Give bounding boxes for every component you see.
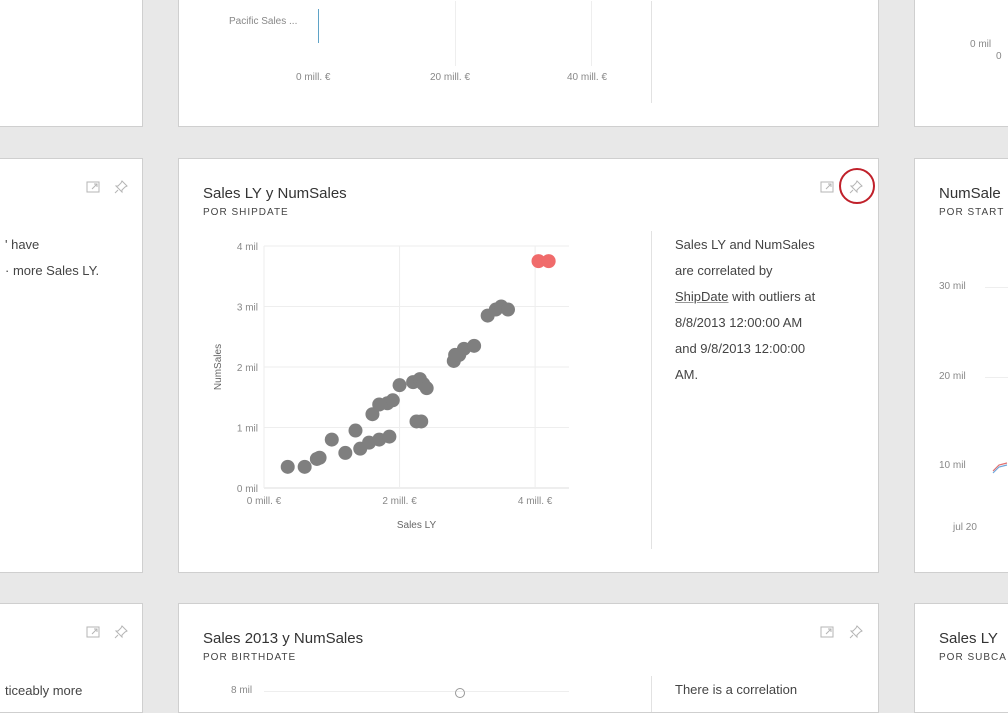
scatter-point — [414, 414, 429, 429]
panel-divider — [651, 676, 652, 712]
y-tick: 4 mil — [237, 242, 258, 253]
scatter-point — [382, 429, 397, 444]
gridline — [455, 1, 456, 66]
scatter-point — [297, 459, 312, 474]
pin-icon[interactable] — [113, 624, 129, 640]
insight-line: ' have — [5, 237, 40, 252]
insight-line: · more Sales LY. — [5, 263, 100, 278]
middle-right-card[interactable]: NumSale POR START 30 mil 20 mil 10 mil j… — [914, 158, 1008, 573]
insight-line: Sales LY and NumSales — [675, 237, 815, 252]
insight-line: ticeably more — [5, 683, 83, 698]
scatter-point — [280, 459, 295, 474]
gridline — [264, 691, 569, 692]
card-title: Sales LY — [939, 630, 998, 647]
panel-divider — [651, 231, 652, 549]
insight-line: and 9/8/2013 12:00:00 — [675, 341, 806, 356]
y-tick: 3 mil — [237, 303, 258, 314]
top-middle-card[interactable]: Pacific Sales ... 0 mill. € 20 mill. € 4… — [178, 0, 879, 127]
x-tick: 20 mill. € — [430, 72, 471, 83]
x-axis-title: Sales LY — [397, 520, 437, 531]
y-tick: 1 mil — [237, 424, 258, 435]
scatter-point — [501, 302, 515, 317]
insight-line: are correlated by — [675, 263, 773, 278]
scatter-point — [338, 445, 353, 460]
focus-mode-icon[interactable] — [819, 179, 835, 195]
y-tick: 20 mil — [939, 371, 966, 382]
pin-icon[interactable] — [113, 179, 129, 195]
gridline — [985, 287, 1008, 288]
card-title: Sales 2013 y NumSales — [203, 630, 364, 647]
scatter-chart: 0 mil 1 mil 2 mil 3 mil 4 mil 0 mill. € 2 mill… — [213, 242, 569, 531]
middle-left-card[interactable]: ' have · more Sales LY. — [0, 158, 143, 573]
scatter-point — [467, 338, 482, 353]
insight-line: AM. — [675, 367, 699, 382]
insight-line: There is a correlation — [675, 682, 798, 697]
insight-line: 8/8/2013 12:00:00 AM — [675, 315, 803, 330]
x-tick: 0 mill. € — [296, 72, 331, 83]
x-tick: 2 mill. € — [382, 496, 417, 507]
x-tick: 0 — [996, 51, 1002, 62]
top-left-card[interactable] — [0, 0, 143, 127]
y-tick: 0 mil — [237, 484, 258, 495]
y-tick: 30 mil — [939, 281, 966, 292]
bottom-left-card[interactable]: ticeably more — [0, 603, 143, 713]
sales-2013-numsales-card[interactable]: Sales 2013 y NumSales POR BIRTHDATE 8 mi… — [178, 603, 879, 713]
legend-label: Pacific Sales ... — [229, 16, 298, 27]
shipdate-link[interactable]: ShipDate — [675, 289, 728, 304]
pin-icon[interactable] — [848, 624, 864, 640]
x-tick: 40 mill. € — [567, 72, 608, 83]
sales-ly-numsales-card[interactable]: Sales LY y NumSales POR SHIPDATE 0 mil 1 … — [178, 158, 879, 573]
y-tick: 2 mil — [237, 363, 258, 374]
x-tick: 0 mill. € — [247, 496, 282, 507]
gridline — [985, 377, 1008, 378]
card-subtitle: POR BIRTHDATE — [203, 652, 297, 663]
x-tick: jul 20 — [953, 522, 977, 533]
bottom-right-card[interactable]: Sales LY POR SUBCA — [914, 603, 1008, 713]
focus-mode-icon[interactable] — [85, 179, 101, 195]
card-subtitle: POR SUBCA — [939, 652, 1007, 663]
scatter-point — [312, 450, 327, 465]
gridline — [591, 1, 592, 66]
panel-divider — [651, 1, 652, 103]
focus-mode-icon[interactable] — [85, 624, 101, 640]
x-tick: 4 mill. € — [518, 496, 553, 507]
y-tick: 10 mil — [939, 460, 966, 471]
card-title: NumSale — [939, 185, 1001, 202]
scatter-point — [541, 254, 556, 269]
scatter-point — [385, 393, 400, 408]
scatter-point — [455, 688, 465, 698]
bar-axis-line — [318, 9, 319, 43]
y-tick: 8 mil — [231, 685, 253, 696]
insight-line: ShipDate with outliers at — [675, 289, 816, 304]
line-series — [992, 462, 1008, 474]
scatter-point — [419, 381, 434, 396]
scatter-point — [324, 432, 339, 447]
card-subtitle: POR START — [939, 207, 1005, 218]
scatter-point — [348, 423, 363, 438]
focus-mode-icon[interactable] — [819, 624, 835, 640]
top-right-card[interactable]: 0 mil 0 — [914, 0, 1008, 127]
y-axis-title: NumSales — [213, 344, 224, 390]
pin-highlight-circle — [839, 168, 875, 204]
scatter-point — [448, 347, 463, 362]
y-tick: 0 mil — [970, 39, 992, 50]
insight-text: Sales LY and NumSales are correlated by … — [675, 232, 865, 388]
scatter-point — [392, 378, 407, 393]
